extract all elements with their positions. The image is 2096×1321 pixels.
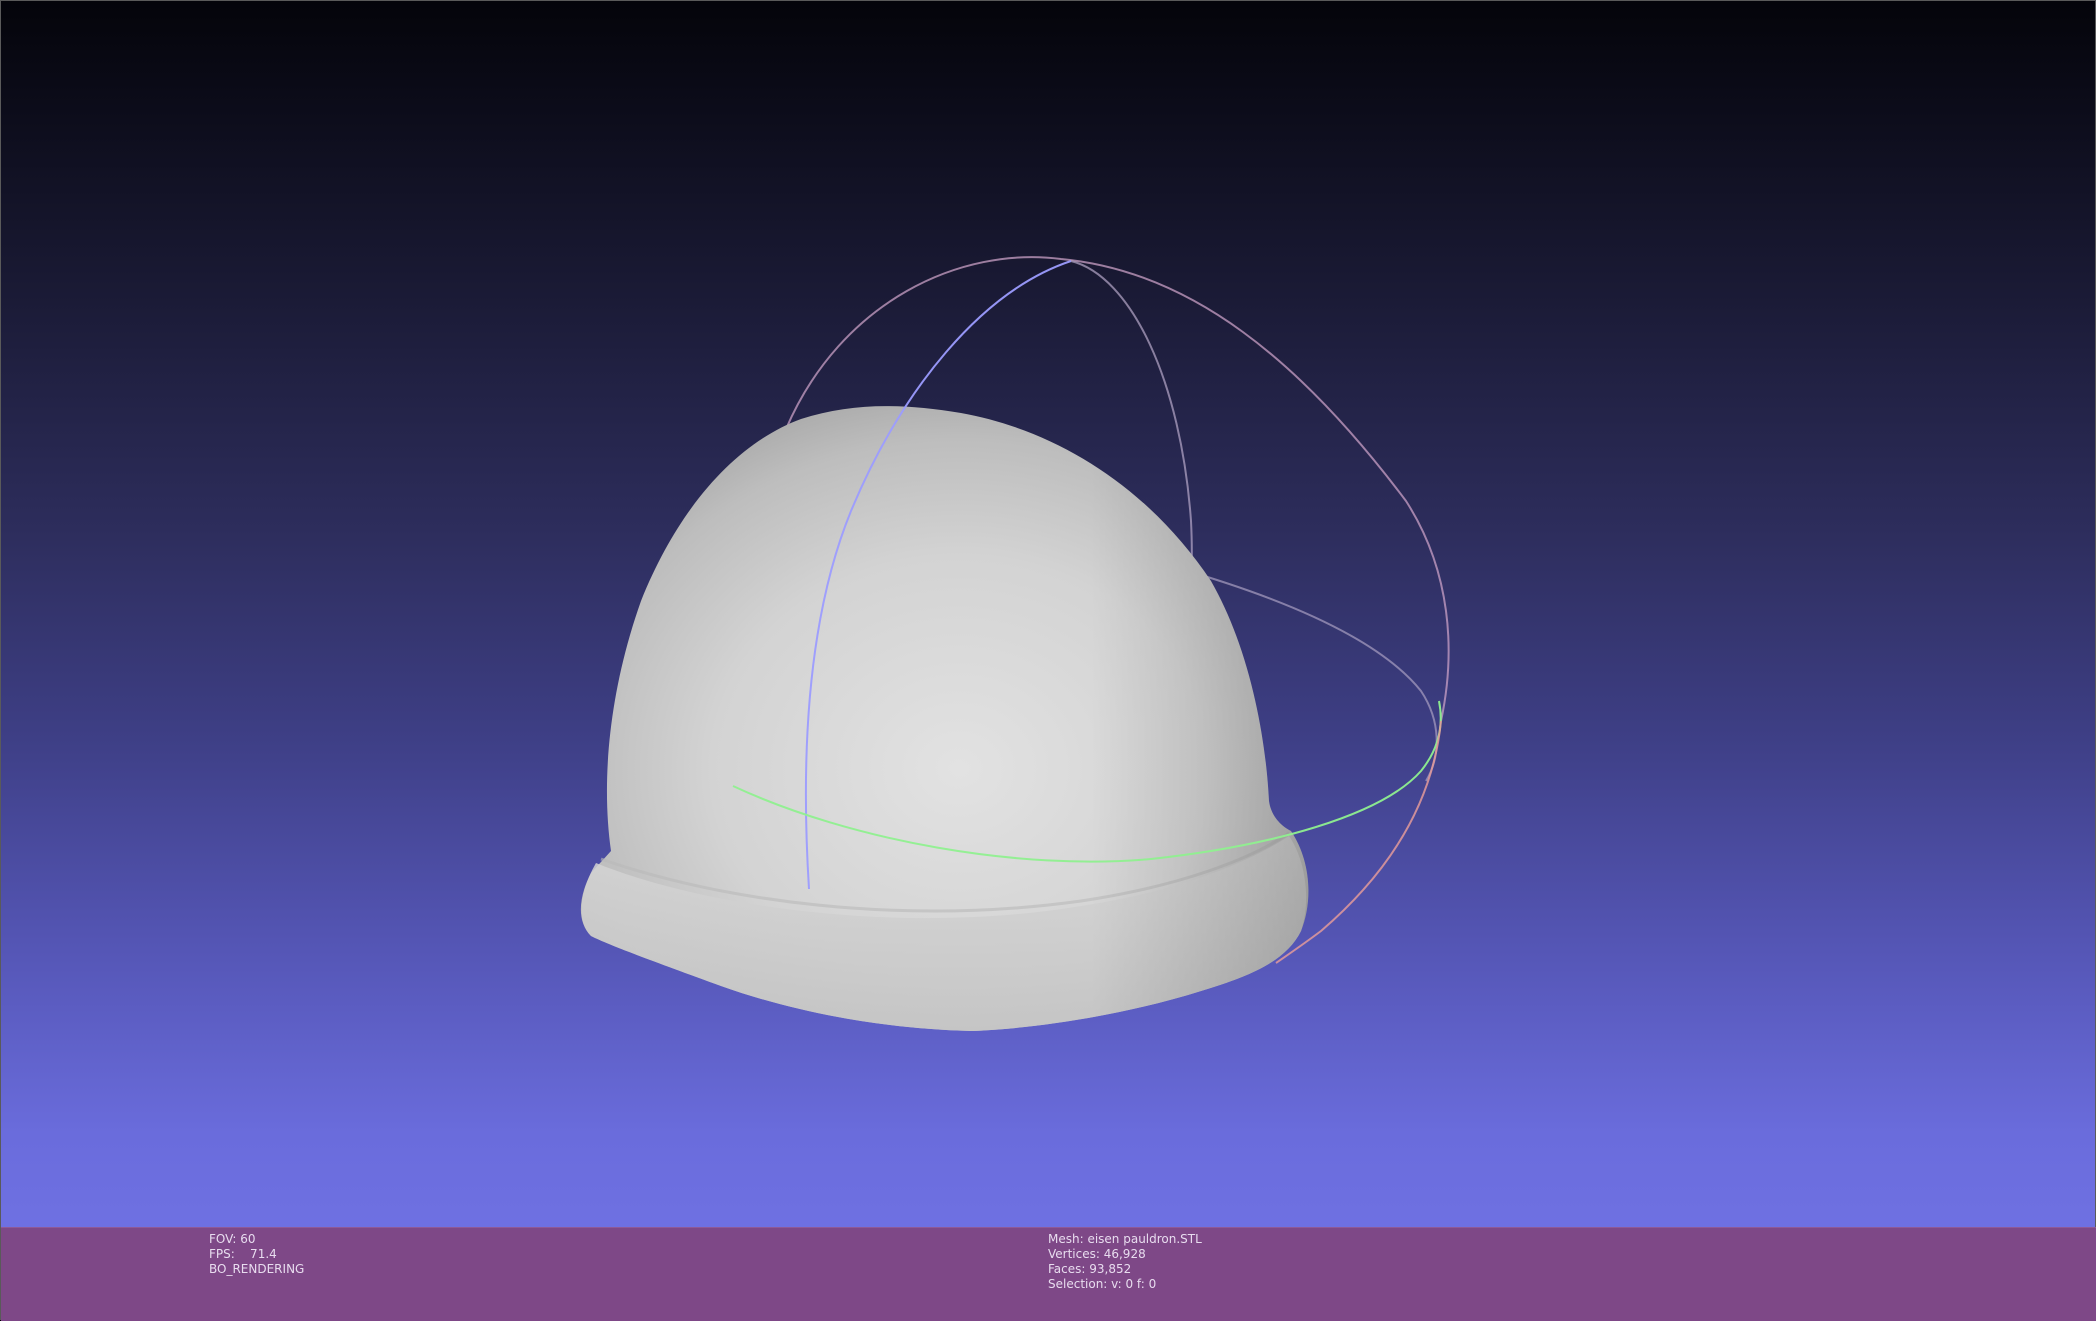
- 3d-viewport[interactable]: FOV: 60 FPS: 71.4 BO_RENDERING Mesh: eis…: [0, 0, 2096, 1321]
- render-stats: FOV: 60 FPS: 71.4 BO_RENDERING: [209, 1232, 304, 1277]
- faces-label: Faces: 93,852: [1048, 1262, 1132, 1276]
- mesh-name-label: Mesh: eisen pauldron.STL: [1048, 1232, 1202, 1246]
- render-mode-label: BO_RENDERING: [209, 1262, 305, 1276]
- pauldron-edge-shade: [580, 406, 1309, 1031]
- mesh-stats: Mesh: eisen pauldron.STL Vertices: 46,92…: [1048, 1232, 1202, 1292]
- selection-label: Selection: v: 0 f: 0: [1048, 1277, 1157, 1291]
- info-bar: FOV: 60 FPS: 71.4 BO_RENDERING Mesh: eis…: [1, 1227, 2096, 1321]
- vertices-label: Vertices: 46,928: [1048, 1247, 1146, 1261]
- mesh-eisen-pauldron[interactable]: [580, 406, 1309, 1031]
- fov-label: FOV: 60: [209, 1232, 256, 1246]
- fps-label: FPS: 71.4: [209, 1247, 277, 1261]
- scene-canvas[interactable]: [1, 1, 2096, 1227]
